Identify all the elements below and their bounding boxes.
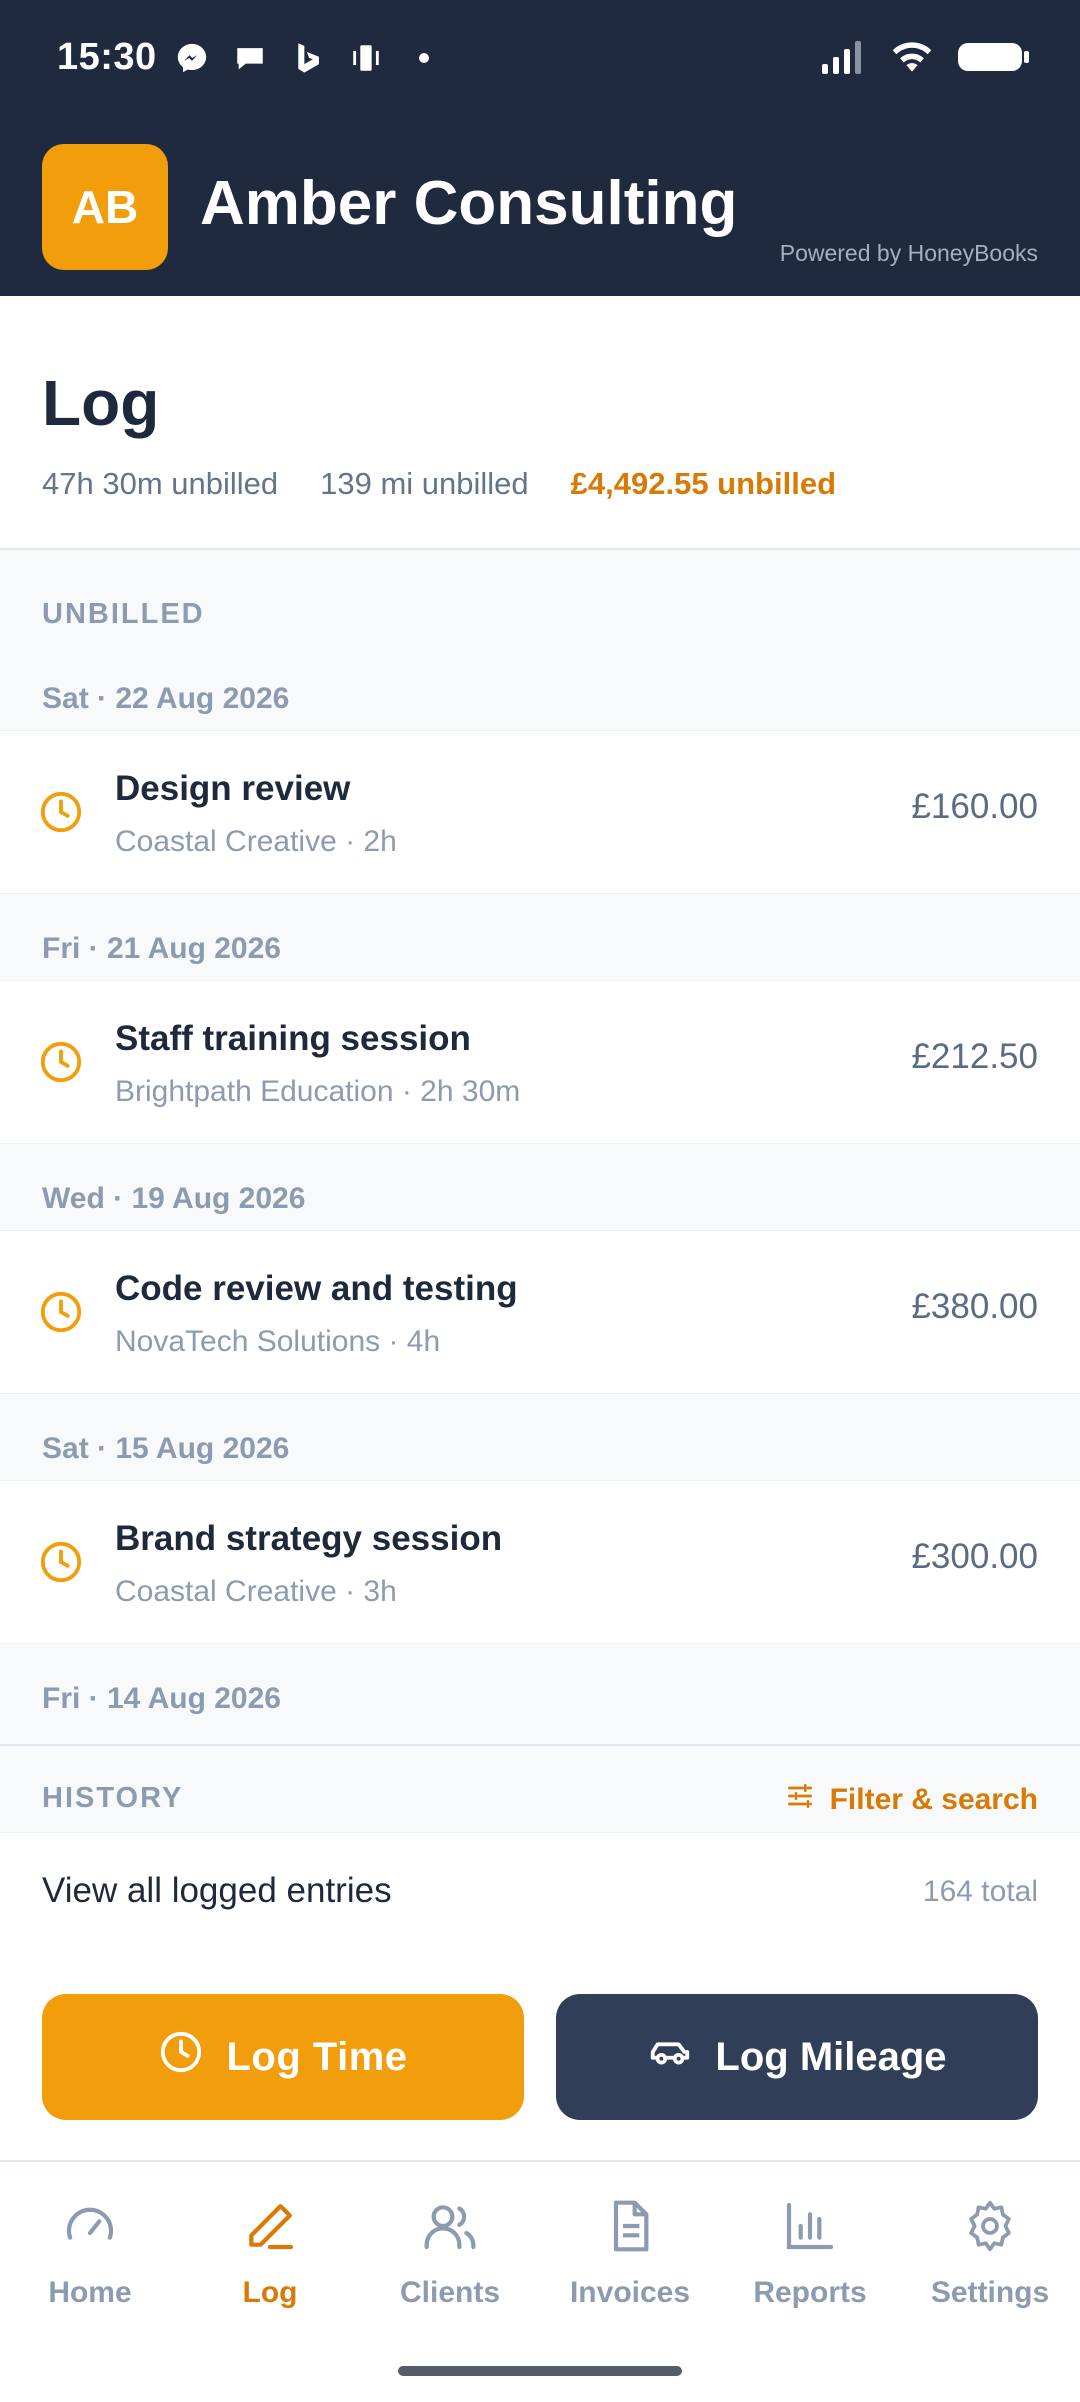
app-header: 15:30 AB Amber Consulting Powered by Hon… [0,0,1080,296]
unbilled-money: £4,492.55 unbilled [570,466,837,501]
section-label-unbilled: UNBILLED [42,598,205,630]
unbilled-stats: 47h 30m unbilled 139 mi unbilled £4,492.… [42,466,836,502]
date-header: Sat · 22 Aug 2026 [42,682,290,715]
entry-amount: £300.00 [911,1537,1038,1576]
nav-label: Settings [930,2276,1050,2309]
log-time-label: Log Time [226,2034,408,2079]
car-icon [647,2029,693,2085]
nav-label: Invoices [569,2276,691,2309]
nav-clients[interactable]: Clients [360,2198,540,2310]
entry-amount: £380.00 [911,1287,1038,1326]
nav-invoices[interactable]: Invoices [540,2198,720,2310]
clock-icon [38,789,84,835]
bing-icon [290,40,326,76]
dot-icon [406,40,442,76]
entry-subtitle: Brightpath Education · 2h 30m [115,1075,521,1108]
powered-by: Powered by HoneyBooks [779,240,1038,266]
log-time-button[interactable]: Log Time [42,1994,524,2120]
entries-total: 164 total [922,1875,1038,1908]
wifi-icon [890,40,934,79]
nav-label: Home [48,2276,132,2309]
system-icons [820,40,1030,79]
pencil-icon [242,2198,298,2262]
unbilled-miles: 139 mi unbilled [320,466,529,501]
entry-amount: £160.00 [911,787,1038,826]
battery-icon [956,40,1030,79]
nav-settings[interactable]: Settings [900,2198,1080,2310]
list-item[interactable]: Brand strategy session Coastal Creative … [0,1480,1080,1644]
entry-subtitle: Coastal Creative · 3h [115,1575,397,1608]
status-time: 15:30 [57,36,157,78]
date-header: Wed · 19 Aug 2026 [42,1182,306,1215]
log-summary: Log 47h 30m unbilled 139 mi unbilled £4,… [0,296,1080,550]
view-all-label: View all logged entries [42,1871,392,1910]
nav-log[interactable]: Log [180,2198,360,2310]
entry-subtitle: Coastal Creative · 2h [115,825,397,858]
company-name: Amber Consulting [200,169,738,238]
view-all-entries-row[interactable]: View all logged entries 164 total [0,1832,1080,1953]
entry-title: Brand strategy session [115,1519,503,1558]
avatar[interactable]: AB [42,144,168,270]
gauge-icon [62,2198,118,2262]
home-indicator[interactable] [398,2366,682,2376]
clock-icon [38,1539,84,1585]
filter-search-label: Filter & search [829,1783,1038,1816]
clock-icon [38,1039,84,1085]
nav-reports[interactable]: Reports [720,2198,900,2310]
status-bar: 15:30 [0,0,1080,120]
entry-title: Code review and testing [115,1269,518,1308]
messenger-icon [174,40,210,76]
clock-icon [38,1289,84,1335]
document-icon [602,2198,658,2262]
action-bar: Log Time Log Mileage [0,1950,1080,2160]
gear-icon [962,2198,1018,2262]
date-header: Fri · 21 Aug 2026 [42,932,281,965]
chat-bubble-icon [232,40,268,76]
clock-icon [158,2029,204,2085]
users-icon [422,2198,478,2262]
vibrate-icon [348,40,384,76]
divider [0,1744,1080,1746]
section-label-history: HISTORY [42,1782,184,1814]
date-header: Fri · 14 Aug 2026 [42,1682,281,1715]
unbilled-time: 47h 30m unbilled [42,466,279,501]
list-item[interactable]: Code review and testing NovaTech Solutio… [0,1230,1080,1394]
nav-label: Reports [753,2276,867,2309]
filter-search-button[interactable]: Filter & search [784,1780,1038,1820]
entry-title: Staff training session [115,1019,471,1058]
notification-icons [174,40,442,76]
log-mileage-label: Log Mileage [715,2034,947,2079]
list-item[interactable]: Staff training session Brightpath Educat… [0,980,1080,1144]
list-item[interactable]: Design review Coastal Creative · 2h £160… [0,730,1080,894]
nav-home[interactable]: Home [0,2198,180,2310]
entry-subtitle: NovaTech Solutions · 4h [115,1325,441,1358]
log-mileage-button[interactable]: Log Mileage [556,1994,1038,2120]
nav-label: Clients [399,2276,501,2309]
date-header: Sat · 15 Aug 2026 [42,1432,290,1465]
entry-title: Design review [115,769,351,808]
sliders-icon [784,1780,816,1820]
entry-amount: £212.50 [911,1037,1038,1076]
nav-label: Log [242,2276,298,2309]
signal-icon [820,40,868,79]
bar-chart-icon [782,2198,838,2262]
page-title: Log [42,367,160,439]
